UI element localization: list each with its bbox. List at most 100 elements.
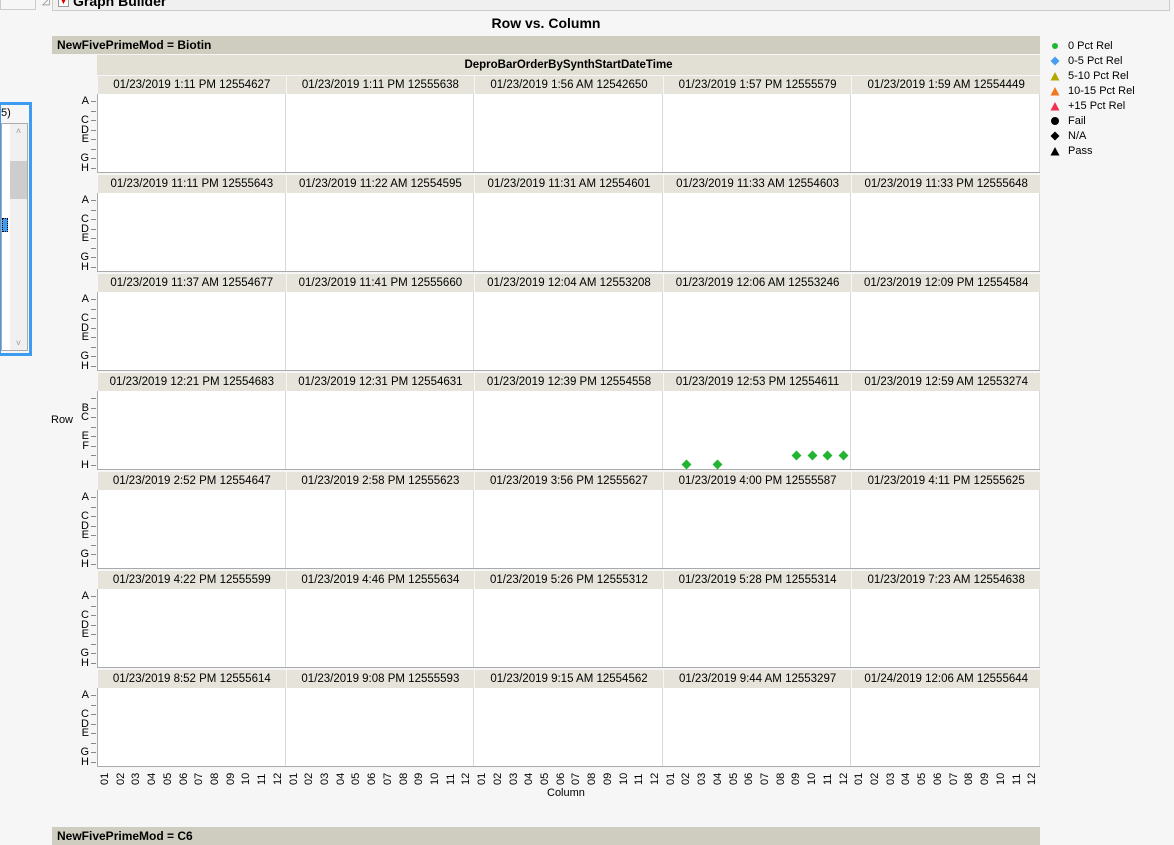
x-tick-label: 08 bbox=[963, 772, 976, 785]
y-axis-title[interactable]: Row bbox=[51, 414, 73, 426]
x-tick-label: 05 bbox=[538, 772, 551, 785]
x-tick-label: 11 bbox=[821, 773, 834, 785]
y-tick bbox=[91, 497, 96, 498]
column-list-box[interactable]: 5) ˄ ˅ bbox=[0, 102, 32, 356]
legend: 0 Pct Rel 0-5 Pct Rel 5-10 Pct Rel 10-15 Pc… bbox=[1050, 38, 1135, 158]
x-tick-label: 05 bbox=[161, 772, 174, 785]
scrollbar[interactable]: ˄ ˅ bbox=[10, 124, 27, 350]
y-tick bbox=[91, 167, 96, 169]
group-header-c6: NewFivePrimeMod = C6 bbox=[52, 827, 1040, 845]
panel-header: 01/23/2019 3:56 PM 12555627 bbox=[474, 472, 663, 490]
x-tick-label: 08 bbox=[397, 772, 410, 785]
y-tick bbox=[91, 624, 96, 626]
scroll-up-icon[interactable]: ˄ bbox=[10, 126, 27, 136]
y-tick bbox=[91, 228, 96, 230]
panel-header: 01/23/2019 2:52 PM 12554647 bbox=[97, 472, 286, 490]
y-tick bbox=[91, 299, 96, 300]
panel-header: 01/23/2019 9:44 AM 12553297 bbox=[662, 670, 852, 688]
panel-header: 01/23/2019 12:21 PM 12554683 bbox=[97, 373, 286, 391]
y-tick-label: A bbox=[81, 194, 89, 206]
x-tick-label: 09 bbox=[413, 772, 426, 785]
y-tick bbox=[91, 200, 96, 201]
x-tick-label: 02 bbox=[491, 772, 504, 785]
y-tick-label: A bbox=[81, 95, 89, 107]
x-tick-label: 04 bbox=[900, 772, 913, 785]
y-tick bbox=[91, 615, 96, 617]
legend-item[interactable]: 0-5 Pct Rel bbox=[1050, 53, 1135, 68]
x-tick-label: 06 bbox=[743, 772, 756, 785]
y-tick bbox=[91, 742, 96, 744]
y-tick-label: H bbox=[81, 161, 89, 174]
x-tick-label: 07 bbox=[570, 772, 583, 785]
x-tick-label: 06 bbox=[554, 772, 567, 785]
panel-header: 01/23/2019 4:46 PM 12555634 bbox=[285, 571, 475, 589]
y-tick bbox=[91, 455, 96, 457]
legend-label: N/A bbox=[1068, 129, 1087, 142]
legend-item[interactable]: Fail bbox=[1050, 113, 1135, 128]
y-tick bbox=[91, 337, 96, 339]
scroll-down-icon[interactable]: ˅ bbox=[10, 338, 27, 348]
x-tick-label: 08 bbox=[586, 772, 599, 785]
title-bar: ◿ ▼ Graph Builder bbox=[0, 0, 1174, 11]
panel-header: 01/23/2019 1:57 PM 12555579 bbox=[662, 76, 852, 94]
y-tick bbox=[91, 733, 96, 735]
panel-header: 01/23/2019 4:00 PM 12555587 bbox=[662, 472, 852, 490]
triangle-marker-icon bbox=[1050, 71, 1060, 81]
legend-item[interactable]: N/A bbox=[1050, 128, 1135, 143]
y-tick bbox=[91, 398, 96, 399]
x-axis-title[interactable]: Column bbox=[547, 787, 585, 799]
y-tick bbox=[91, 139, 96, 141]
x-tick-label: 02 bbox=[680, 772, 693, 785]
x-tick-label: 02 bbox=[303, 772, 316, 785]
y-tick bbox=[91, 308, 96, 310]
legend-item[interactable]: +15 Pct Rel bbox=[1050, 98, 1135, 113]
legend-label: Fail bbox=[1068, 114, 1086, 127]
x-tick-label: 07 bbox=[193, 772, 206, 785]
x-tick-label: 05 bbox=[916, 772, 929, 785]
x-tick-label: 12 bbox=[271, 772, 284, 785]
y-tick-label: E bbox=[81, 727, 89, 740]
panel-header: 01/23/2019 1:11 PM 12555638 bbox=[285, 76, 475, 94]
selected-list-item[interactable] bbox=[2, 218, 8, 232]
panel-header: 01/23/2019 12:06 AM 12553246 bbox=[662, 274, 852, 292]
y-tick bbox=[91, 714, 96, 716]
left-pane-frame bbox=[0, 0, 36, 10]
y-tick bbox=[91, 238, 96, 240]
y-tick-label: E bbox=[81, 331, 89, 344]
window-title: Graph Builder bbox=[73, 0, 167, 9]
y-tick bbox=[91, 219, 96, 221]
x-tick-label: 12 bbox=[460, 772, 473, 785]
panel-header: 01/23/2019 2:58 PM 12555623 bbox=[285, 472, 475, 490]
list[interactable]: ˄ ˅ bbox=[1, 123, 28, 351]
legend-label: +15 Pct Rel bbox=[1068, 99, 1126, 112]
circle-marker-icon bbox=[1050, 41, 1060, 51]
y-tick bbox=[91, 407, 96, 409]
chart-title: Row vs. Column bbox=[491, 15, 601, 31]
axis-frame bbox=[97, 589, 1040, 668]
panel-header: 01/23/2019 1:11 PM 12554627 bbox=[97, 76, 286, 94]
y-tick bbox=[91, 605, 96, 607]
scroll-thumb[interactable] bbox=[10, 161, 27, 199]
x-tick-label: 09 bbox=[979, 772, 992, 785]
x-tick-label: 01 bbox=[287, 772, 300, 785]
y-tick bbox=[91, 356, 96, 358]
triangle-marker-icon bbox=[1050, 146, 1060, 156]
y-tick-label: A bbox=[81, 689, 89, 701]
y-tick-label: H bbox=[81, 359, 89, 372]
legend-item[interactable]: 0 Pct Rel bbox=[1050, 38, 1135, 53]
wrap-label[interactable]: DeproBarOrderBySynthStartDateTime bbox=[97, 55, 1040, 75]
x-tick-label: 03 bbox=[696, 772, 709, 785]
legend-item[interactable]: Pass bbox=[1050, 143, 1135, 158]
x-tick-label: 06 bbox=[177, 772, 190, 785]
y-tick-label: A bbox=[81, 491, 89, 503]
y-tick bbox=[91, 695, 96, 696]
axis-frame bbox=[97, 193, 1040, 272]
y-tick bbox=[91, 257, 96, 259]
circle-marker-icon bbox=[1050, 116, 1060, 126]
legend-item[interactable]: 10-15 Pct Rel bbox=[1050, 83, 1135, 98]
red-triangle-menu-icon[interactable]: ▼ bbox=[58, 0, 69, 7]
legend-item[interactable]: 5-10 Pct Rel bbox=[1050, 68, 1135, 83]
y-tick bbox=[91, 761, 96, 763]
y-tick-label: H bbox=[81, 656, 89, 669]
disclosure-icon[interactable]: ◿ bbox=[42, 0, 50, 7]
